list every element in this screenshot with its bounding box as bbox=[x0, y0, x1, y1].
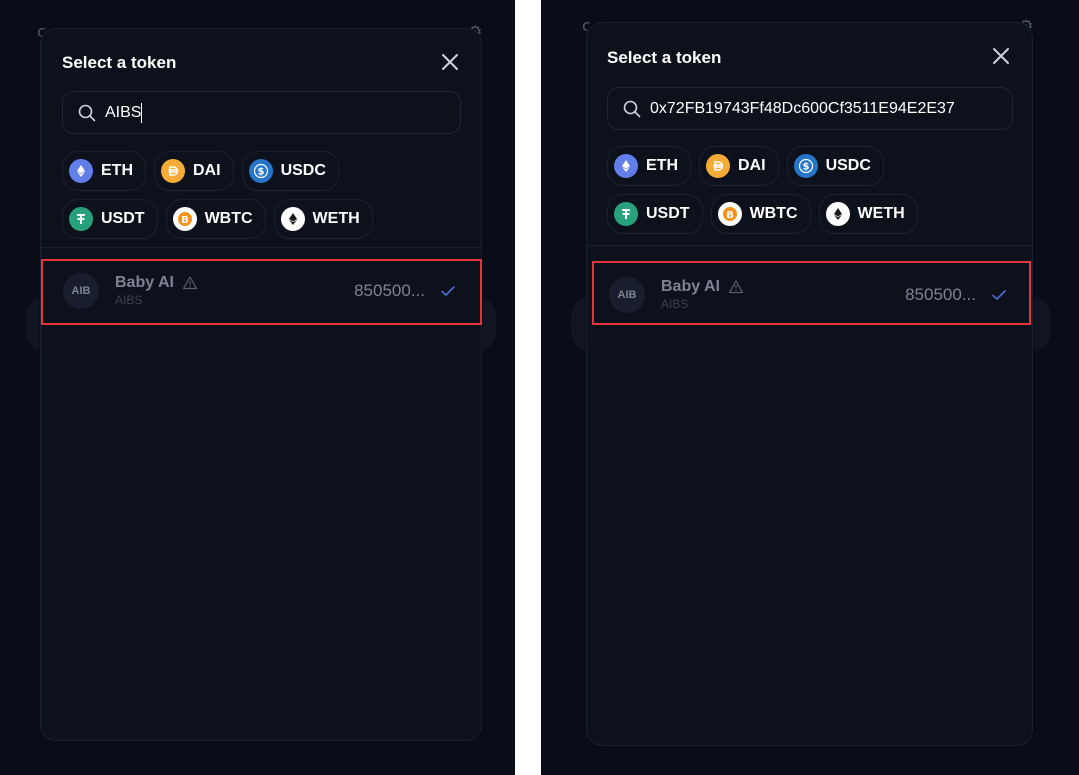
svg-text:$: $ bbox=[257, 167, 264, 178]
divider bbox=[587, 245, 1032, 246]
svg-text:$: $ bbox=[802, 162, 809, 173]
chip-usdt[interactable]: USDT bbox=[62, 199, 158, 239]
chip-label: ETH bbox=[101, 162, 133, 179]
svg-text:B: B bbox=[726, 210, 734, 221]
token-selector-modal: Select a token 0x72FB19743Ff48Dc600Cf351… bbox=[586, 22, 1033, 746]
common-tokens: ETH DAI $ USDC USDT B WBTC WETH bbox=[607, 146, 1017, 242]
chip-wbtc[interactable]: B WBTC bbox=[710, 194, 811, 234]
chip-eth[interactable]: ETH bbox=[607, 146, 691, 186]
close-icon bbox=[442, 54, 458, 70]
token-symbol: AIBS bbox=[115, 293, 143, 307]
search-icon bbox=[78, 104, 96, 121]
dai-icon bbox=[706, 154, 730, 178]
token-avatar: AIB bbox=[63, 272, 99, 309]
svg-text:B: B bbox=[181, 215, 189, 226]
chip-label: USDC bbox=[280, 162, 326, 179]
close-button[interactable] bbox=[439, 51, 461, 73]
chip-label: DAI bbox=[738, 157, 766, 174]
search-input[interactable]: 0x72FB19743Ff48Dc600Cf3511E94E2E37 bbox=[650, 100, 990, 118]
modal-title: Select a token bbox=[62, 53, 177, 72]
wbtc-icon: B bbox=[172, 207, 197, 231]
wbtc-icon: B bbox=[717, 202, 742, 226]
chip-label: WBTC bbox=[204, 210, 253, 227]
chip-label: WETH bbox=[857, 205, 905, 222]
weth-icon bbox=[280, 207, 305, 231]
token-row-baby-ai[interactable]: AIB Baby AI AIBS 850500... bbox=[43, 259, 479, 322]
common-tokens: ETH DAI $ USDC USDT B WBTC WETH bbox=[62, 151, 472, 247]
text-caret bbox=[141, 102, 143, 123]
token-name: Baby AI bbox=[661, 278, 720, 295]
warning-icon bbox=[728, 280, 744, 294]
chip-dai[interactable]: DAI bbox=[699, 146, 779, 186]
token-row-baby-ai[interactable]: AIB Baby AI AIBS 850500... bbox=[589, 263, 1030, 326]
token-balance: 850500... bbox=[354, 280, 425, 300]
usdc-icon: $ bbox=[248, 159, 273, 183]
chip-label: USDT bbox=[646, 205, 690, 222]
chip-label: WETH bbox=[312, 210, 360, 227]
chip-weth[interactable]: WETH bbox=[273, 199, 373, 239]
chip-label: ETH bbox=[646, 157, 678, 174]
token-symbol: AIBS bbox=[661, 297, 689, 311]
token-name: Baby AI bbox=[115, 274, 174, 291]
chip-label: USDT bbox=[101, 210, 145, 227]
screen-right: ς ⚙ Select a token 0x72FB19743Ff48Dc600C… bbox=[541, 0, 1079, 775]
chip-wbtc[interactable]: B WBTC bbox=[165, 199, 266, 239]
token-selector-modal: Select a token AIBS ETH DAI $ USDC USDT … bbox=[40, 28, 482, 741]
search-input[interactable]: AIBS bbox=[105, 102, 445, 123]
token-avatar: AIB bbox=[609, 276, 645, 313]
chip-usdc[interactable]: $ USDC bbox=[241, 151, 339, 191]
check-icon bbox=[992, 289, 1006, 300]
chip-label: WBTC bbox=[749, 205, 798, 222]
chip-usdt[interactable]: USDT bbox=[607, 194, 703, 234]
search-box[interactable]: 0x72FB19743Ff48Dc600Cf3511E94E2E37 bbox=[607, 87, 1013, 130]
chip-label: USDC bbox=[825, 157, 871, 174]
chip-dai[interactable]: DAI bbox=[154, 151, 234, 191]
eth-icon bbox=[69, 159, 93, 183]
dai-icon bbox=[161, 159, 185, 183]
usdt-icon bbox=[69, 207, 93, 231]
search-icon bbox=[623, 100, 641, 117]
usdt-icon bbox=[614, 202, 638, 226]
divider bbox=[41, 247, 481, 248]
chip-label: DAI bbox=[193, 162, 221, 179]
search-box[interactable]: AIBS bbox=[62, 91, 461, 134]
screen-left: ς ⚙ Select a token AIBS ETH bbox=[0, 0, 515, 775]
modal-title: Select a token bbox=[607, 48, 722, 67]
warning-icon bbox=[182, 276, 198, 290]
token-balance: 850500... bbox=[905, 284, 976, 304]
usdc-icon: $ bbox=[793, 154, 818, 178]
chip-usdc[interactable]: $ USDC bbox=[786, 146, 884, 186]
close-icon bbox=[993, 48, 1009, 64]
check-icon bbox=[441, 285, 455, 296]
eth-icon bbox=[614, 154, 638, 178]
close-button[interactable] bbox=[990, 45, 1012, 67]
weth-icon bbox=[825, 202, 850, 226]
chip-weth[interactable]: WETH bbox=[818, 194, 918, 234]
chip-eth[interactable]: ETH bbox=[62, 151, 146, 191]
